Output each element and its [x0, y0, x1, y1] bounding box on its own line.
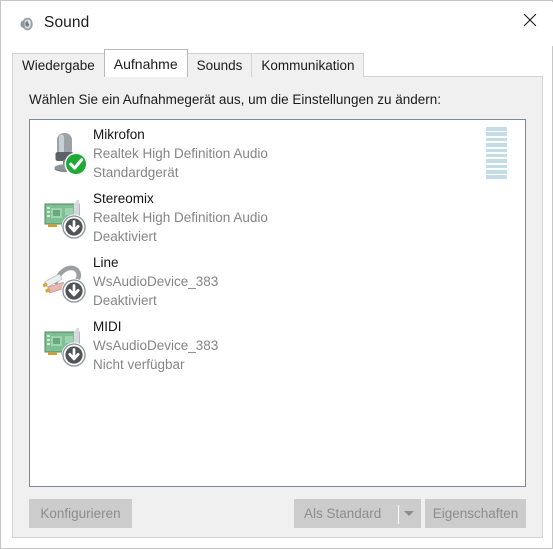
device-name: Stereomix [93, 191, 154, 206]
device-driver: Realtek High Definition Audio [93, 146, 268, 161]
window-title: Sound [44, 14, 90, 31]
chevron-down-icon [404, 511, 414, 516]
device-name: MIDI [93, 319, 122, 334]
properties-button[interactable]: Eigenschaften [425, 499, 526, 528]
device-status: Nicht verfügbar [93, 357, 185, 372]
set-default-button[interactable]: Als Standard [294, 499, 398, 528]
list-item[interactable]: Line WsAudioDevice_383 Deaktiviert [30, 248, 525, 312]
device-name: Line [93, 255, 119, 270]
device-status: Deaktiviert [93, 293, 157, 308]
list-item[interactable]: Mikrofon Realtek High Definition Audio S… [30, 120, 525, 184]
microphone-icon [42, 128, 90, 176]
dialog-button-bar: Konfigurieren Als Standard Eigenschaften [1, 499, 553, 531]
tab-label: Aufnahme [113, 55, 178, 72]
list-item[interactable]: MIDI WsAudioDevice_383 Nicht verfügbar [30, 312, 525, 376]
device-text-block: MIDI WsAudioDevice_383 Nicht verfügbar [93, 317, 455, 374]
configure-button[interactable]: Konfigurieren [29, 499, 132, 528]
device-text-block: Stereomix Realtek High Definition Audio … [93, 189, 455, 246]
tab-kommunikation[interactable]: Kommunikation [251, 53, 365, 77]
volume-level-meter [486, 127, 507, 179]
tab-aufnahme[interactable]: Aufnahme [103, 49, 188, 77]
instruction-text: Wählen Sie ein Aufnahmegerät aus, um die… [29, 92, 442, 107]
device-status: Standardgerät [93, 165, 179, 180]
tab-label: Kommunikation [261, 58, 355, 73]
tab-wiedergabe[interactable]: Wiedergabe [12, 53, 105, 77]
rca-cable-icon [42, 256, 90, 304]
properties-button-label: Eigenschaften [432, 506, 519, 521]
sound-card-icon [42, 320, 90, 368]
device-text-block: Mikrofon Realtek High Definition Audio S… [93, 125, 455, 182]
device-status: Deaktiviert [93, 229, 157, 244]
device-driver: Realtek High Definition Audio [93, 210, 268, 225]
sound-dialog-window: Sound Wiedergabe Aufnahme Sounds Kommuni… [0, 0, 553, 549]
list-item[interactable]: Stereomix Realtek High Definition Audio … [30, 184, 525, 248]
title-bar: Sound [2, 2, 553, 46]
device-text-block: Line WsAudioDevice_383 Deaktiviert [93, 253, 455, 310]
close-icon[interactable] [507, 2, 553, 38]
sound-card-icon [42, 192, 90, 240]
tab-strip: Wiedergabe Aufnahme Sounds Kommunikation [12, 49, 365, 77]
tab-sounds[interactable]: Sounds [186, 53, 253, 77]
configure-button-label: Konfigurieren [40, 506, 121, 521]
device-driver: WsAudioDevice_383 [93, 338, 219, 353]
device-driver: WsAudioDevice_383 [93, 274, 219, 289]
tab-label: Wiedergabe [22, 58, 95, 73]
device-name: Mikrofon [93, 127, 145, 142]
set-default-button-label: Als Standard [304, 506, 382, 521]
recording-device-list[interactable]: Mikrofon Realtek High Definition Audio S… [29, 119, 526, 487]
set-default-dropdown-button[interactable] [398, 499, 421, 528]
speaker-icon [18, 15, 36, 33]
tab-label: Sounds [196, 58, 243, 73]
